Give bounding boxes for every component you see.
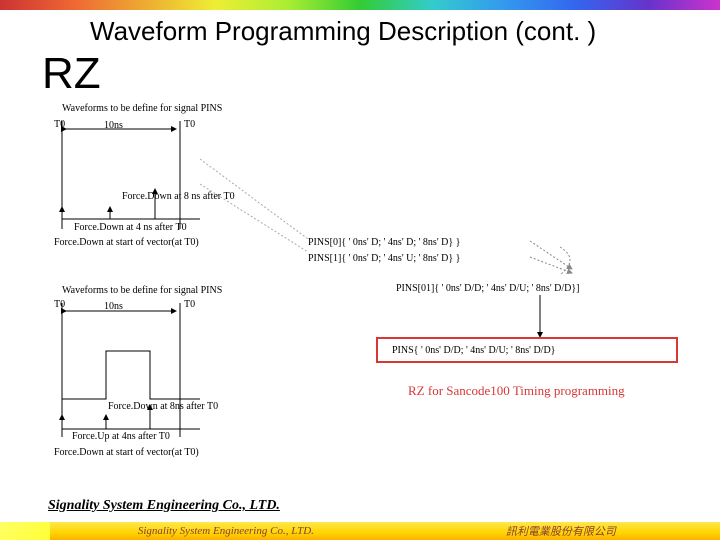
footer-zh: 訊利電業股份有限公司 [402,522,720,540]
tenns-label-2: 10ns [104,301,123,312]
slide-title: Waveform Programming Description (cont. … [0,10,720,51]
t10-label-2: T0 [184,299,195,310]
wf-define-label-2: Waveforms to be define for signal PINS [62,285,222,296]
content-area: Waveforms to be define for signal PINS T… [0,99,720,485]
fd8b-label: Force.Down at 8ns after T0 [108,401,218,412]
fd4-label: Force.Down at 4 ns after T0 [74,222,187,233]
tenns-label-1: 10ns [104,120,123,131]
fu4-label: Force.Up at 4ns after T0 [72,431,170,442]
fd8-label: Force.Down at 8 ns after T0 [122,191,235,202]
fdstart2-label: Force.Down at start of vector(at T0) [54,447,199,458]
fdstart-label: Force.Down at start of vector(at T0) [54,237,199,248]
t10-label-1: T0 [184,119,195,130]
footer-en: Signality System Engineering Co., LTD. [50,522,402,540]
t0-label-1: T0 [54,119,65,130]
footer-logo [0,522,50,540]
wf-define-label-1: Waveforms to be define for signal PINS [62,103,222,114]
pins1-label: PINS[1]{ ' 0ns' D; ' 4ns' U; ' 8ns' D} } [308,253,460,264]
t0-label-2: T0 [54,299,65,310]
footer-italic-line: Signality System Engineering Co., LTD. [48,498,280,514]
pins01-label: PINS[01]{ ' 0ns' D/D; ' 4ns' D/U; ' 8ns'… [396,283,579,294]
rz-heading: RZ [0,49,720,99]
bottom-bar: Signality System Engineering Co., LTD. 訊… [0,522,720,540]
red-pins-box: PINS{ ' 0ns' D/D; ' 4ns' D/U; ' 8ns' D/D… [376,337,678,363]
red-caption: RZ for Sancode100 Timing programming [408,383,625,399]
pins0-label: PINS[0]{ ' 0ns' D; ' 4ns' D; ' 8ns' D} } [308,237,460,248]
pins-boxed-label: PINS{ ' 0ns' D/D; ' 4ns' D/U; ' 8ns' D/D… [392,345,555,356]
rainbow-bar [0,0,720,10]
